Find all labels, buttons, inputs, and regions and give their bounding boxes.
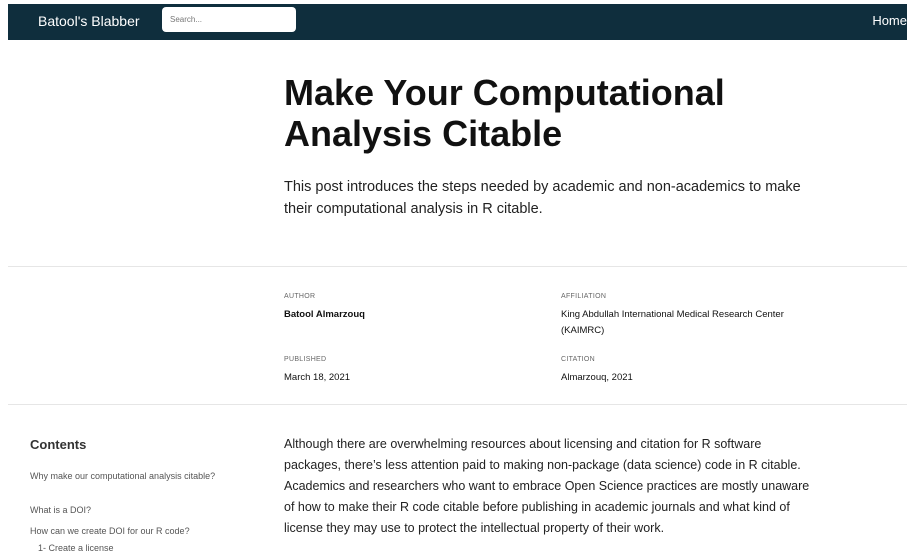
affiliation-value[interactable]: King Abdullah International Medical Rese… [561, 307, 811, 339]
citation-link[interactable]: Almarzouq, 2021 [561, 370, 633, 386]
search-input[interactable] [162, 7, 296, 32]
meta-divider [8, 404, 907, 405]
author-label: AUTHOR [284, 293, 316, 300]
toc-item-create-license[interactable]: 1- Create a license [38, 542, 238, 555]
article-description: This post introduces the steps needed by… [284, 179, 801, 217]
published-date: March 18, 2021 [284, 372, 351, 383]
navbar: Batool's Blabber Home [8, 4, 907, 40]
author-name: Batool Almarzouq [284, 309, 365, 320]
toc-title: Contents [30, 437, 87, 452]
toc-item-why-citable[interactable]: Why make our computational analysis cita… [30, 470, 230, 483]
citation-label: CITATION [561, 356, 596, 363]
toc-item-what-is-doi[interactable]: What is a DOI? [30, 504, 230, 517]
article-body-paragraph: Although there are overwhelming resource… [284, 437, 810, 535]
site-brand-link[interactable]: Batool's Blabber [38, 13, 140, 29]
page-title: Make Your Computational Analysis Citable [284, 72, 725, 154]
toc-item-create-doi[interactable]: How can we create DOI for our R code? [30, 525, 230, 538]
published-label: PUBLISHED [284, 356, 327, 363]
affiliation-label: AFFILIATION [561, 293, 607, 300]
nav-home-link[interactable]: Home [872, 13, 907, 28]
header-divider [8, 266, 907, 267]
